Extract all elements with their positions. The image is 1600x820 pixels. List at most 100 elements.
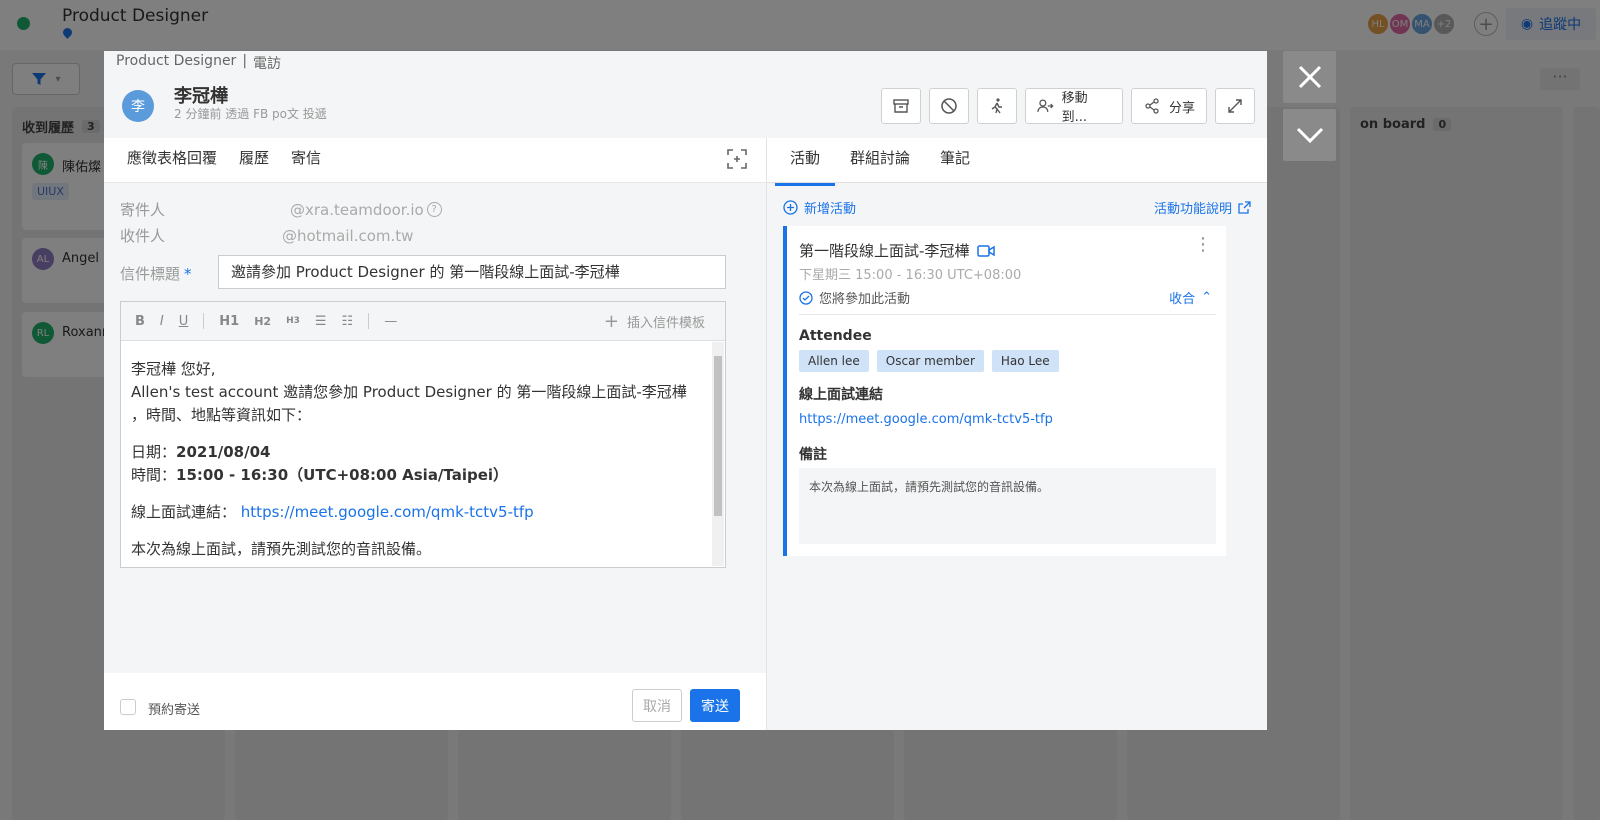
join-status: 您將參加此活動 (799, 288, 910, 307)
time-label: 時間： (131, 466, 177, 484)
from-value: @xra.teamdoor.io (290, 200, 424, 219)
close-modal-button[interactable] (1283, 51, 1336, 103)
activity-card: 第一階段線上面試-李冠樺 ⋮ 下星期三 15:00 - 16:30 UTC+08… (783, 226, 1226, 556)
cancel-button[interactable]: 取消 (632, 689, 682, 722)
tab-application-form[interactable]: 應徵表格回覆 (116, 138, 228, 182)
to-row: 收件人 @hotmail.com.tw (120, 225, 413, 246)
candidate-header: 李 李冠樺 2 分鐘前 透過 FB po文 投遞 移動到... 分享 (104, 72, 1267, 138)
share-button[interactable]: 分享 (1131, 88, 1207, 124)
block-icon (941, 98, 957, 114)
subject-input[interactable]: 邀請參加 Product Designer 的 第一階段線上面試-李冠樺 (218, 255, 726, 289)
horizontal-rule-button[interactable]: — (384, 314, 397, 329)
numbered-list-icon[interactable]: ☷ (342, 314, 354, 329)
activity-time: 下星期三 15:00 - 16:30 UTC+08:00 (799, 268, 1022, 283)
chevron-down-icon (1296, 127, 1323, 144)
insert-template-label: 插入信件模板 (626, 315, 705, 331)
focus-expand-icon[interactable] (726, 148, 748, 170)
attendee-list: Allen lee Oscar member Hao Lee (799, 350, 1059, 372)
activity-title: 第一階段線上面試-李冠樺 (799, 242, 970, 260)
to-label: 收件人 (120, 227, 166, 245)
greeting: 李冠樺 您好, (131, 360, 216, 378)
share-icon (1145, 98, 1159, 114)
date-line: 日期：2021/08/04 (131, 441, 695, 464)
editor-scrollbar[interactable] (712, 342, 724, 566)
toolbar-divider (368, 313, 370, 329)
from-row: 寄件人 @xra.teamdoor.io ? (120, 199, 442, 220)
video-camera-icon (977, 244, 996, 257)
email-editor: B I U H1 H2 H3 ☰ ☷ — + 插入信件模板 李冠樺 您好, Al… (120, 301, 726, 568)
to-value: @hotmail.com.tw (282, 226, 414, 245)
bullet-list-icon[interactable]: ☰ (315, 314, 327, 329)
breadcrumb: Product Designer | 電訪 (116, 53, 281, 73)
scrollbar-thumb[interactable] (714, 356, 722, 516)
time-line: 時間：15:00 - 16:30（UTC+08:00 Asia/Taipei） (131, 464, 695, 487)
attendee-chip[interactable]: Oscar member (876, 350, 984, 372)
date-label: 日期： (131, 443, 177, 461)
collapse-button[interactable]: 收合 ⌃ (1169, 288, 1212, 307)
vertical-scrollbar[interactable] (750, 183, 766, 673)
schedule-label: 預約寄送 (148, 703, 201, 718)
archive-icon (893, 99, 909, 113)
from-label: 寄件人 (120, 201, 166, 219)
activity-help-label: 活動功能說明 (1153, 202, 1232, 217)
candidate-modal: Product Designer | 電訪 李 李冠樺 2 分鐘前 透過 FB … (104, 51, 1267, 730)
join-status-label: 您將參加此活動 (819, 292, 911, 307)
time-value: 15:00 - 16:30（UTC+08:00 Asia/Taipei） (176, 466, 509, 484)
activity-title-row: 第一階段線上面試-李冠樺 (799, 240, 996, 261)
note-heading: 備註 (799, 447, 827, 463)
breadcrumb-job[interactable]: Product Designer (116, 53, 236, 73)
note-line: 本次為線上面試，請預先測試您的音訊設備。 (131, 540, 432, 558)
activity-help-link[interactable]: 活動功能說明 (1154, 198, 1251, 217)
email-footer: 預約寄送 取消 寄送 (104, 673, 750, 730)
send-button[interactable]: 寄送 (690, 689, 740, 722)
chevron-up-icon: ⌃ (1201, 290, 1212, 305)
reject-button[interactable] (929, 88, 969, 124)
tab-activity[interactable]: 活動 (775, 138, 836, 186)
italic-button[interactable]: I (160, 314, 164, 329)
attendee-chip[interactable]: Hao Lee (991, 350, 1059, 372)
tab-notes[interactable]: 筆記 (925, 138, 985, 182)
collapse-label: 收合 (1169, 292, 1196, 307)
schedule-checkbox[interactable] (120, 699, 136, 715)
plus-icon: + (603, 310, 619, 332)
breadcrumb-stage[interactable]: 電訪 (253, 53, 281, 73)
link-heading: 線上面試連結 (799, 387, 883, 403)
h2-button[interactable]: H2 (254, 315, 271, 328)
tab-group-discussion[interactable]: 群組討論 (835, 138, 925, 182)
withdraw-button[interactable] (977, 88, 1017, 124)
tab-send-email[interactable]: 寄信 (280, 138, 333, 186)
email-form: 寄件人 @xra.teamdoor.io ? 收件人 @hotmail.com.… (104, 183, 750, 716)
insert-template-button[interactable]: + 插入信件模板 (604, 311, 705, 332)
toolbar-divider (203, 313, 205, 329)
underline-button[interactable]: U (179, 314, 189, 329)
meeting-link[interactable]: https://meet.google.com/qmk-tctv5-tfp (799, 412, 1053, 427)
subject-row: 信件標題 * (120, 263, 192, 284)
fullscreen-button[interactable] (1215, 88, 1255, 124)
help-icon[interactable]: ? (426, 202, 442, 217)
meeting-link[interactable]: https://meet.google.com/qmk-tctv5-tfp (241, 503, 534, 521)
kebab-menu-icon[interactable]: ⋮ (1194, 236, 1212, 254)
tab-resume[interactable]: 履歷 (228, 138, 280, 182)
move-to-label: 移動到... (1061, 91, 1088, 125)
attendee-chip[interactable]: Allen lee (799, 350, 869, 372)
add-activity-button[interactable]: 新增活動 (783, 198, 856, 217)
move-user-icon (1037, 99, 1054, 112)
candidate-subtitle: 2 分鐘前 透過 FB po文 投遞 (174, 107, 327, 121)
h1-button[interactable]: H1 (219, 314, 239, 329)
email-body[interactable]: 李冠樺 您好, Allen's test account 邀請您參加 Produ… (121, 341, 725, 567)
plus-circle-icon (783, 200, 798, 215)
link-label: 線上面試連結： (131, 503, 237, 521)
body-line: Allen's test account 邀請您參加 Product Desig… (131, 383, 687, 424)
subject-label: 信件標題 (120, 265, 181, 283)
next-candidate-button[interactable] (1283, 109, 1336, 161)
divider (799, 314, 1216, 315)
archive-button[interactable] (881, 88, 921, 124)
h3-button[interactable]: H3 (286, 316, 300, 326)
date-value: 2021/08/04 (176, 443, 271, 461)
breadcrumb-separator: | (242, 53, 248, 69)
move-to-button[interactable]: 移動到... (1025, 88, 1123, 125)
expand-icon (1228, 99, 1242, 113)
right-pane: 活動 群組討論 筆記 新增活動 活動功能說明 第一階段線上面試-李冠樺 ⋮ 下星… (766, 138, 1267, 730)
external-link-icon (1238, 201, 1251, 214)
bold-button[interactable]: B (135, 314, 145, 329)
